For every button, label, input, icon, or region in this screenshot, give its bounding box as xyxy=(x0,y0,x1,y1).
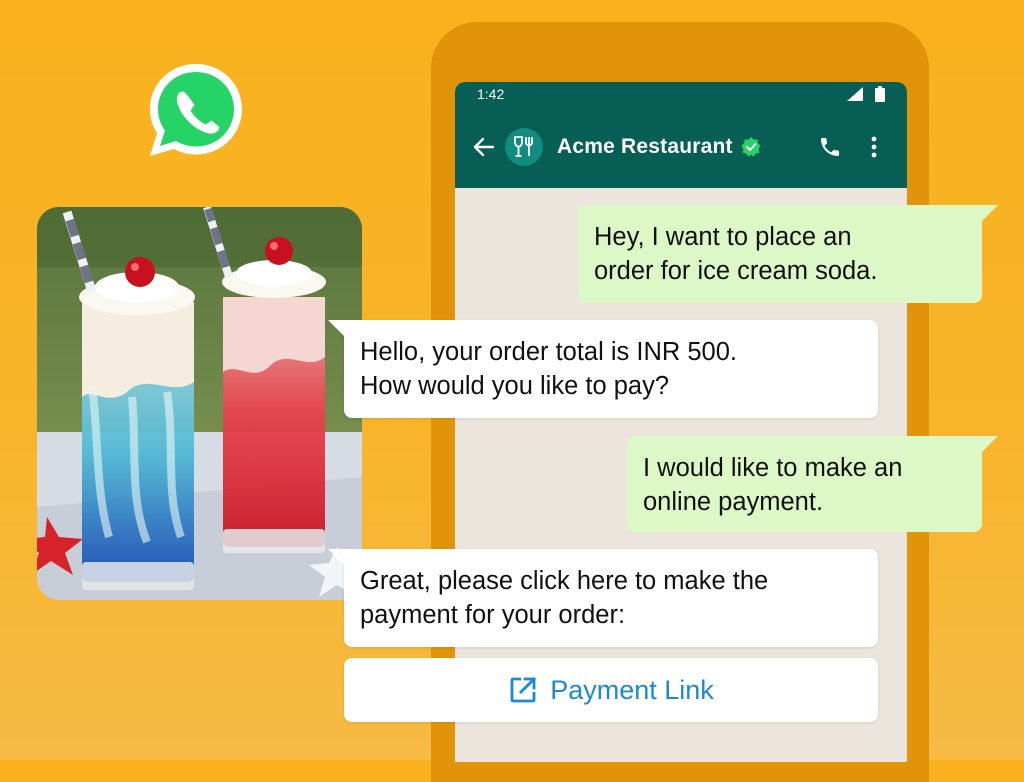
contact-avatar[interactable] xyxy=(505,128,543,166)
message-line: online payment. xyxy=(643,488,824,516)
message-line: Hey, I want to place an xyxy=(594,223,852,251)
phone-icon xyxy=(821,138,839,156)
contact-name[interactable]: Acme Restaurant xyxy=(557,135,733,159)
incoming-message: Hello, your order total is INR 500. How … xyxy=(328,320,878,418)
incoming-message: Great, please click here to make the pay… xyxy=(328,549,878,647)
chat-header: Acme Restaurant xyxy=(455,106,907,188)
payment-link-label: Payment Link xyxy=(550,674,714,705)
more-options-button[interactable] xyxy=(859,132,889,162)
bubble-tail xyxy=(982,436,998,452)
call-button[interactable] xyxy=(815,132,845,162)
back-arrow-icon xyxy=(473,137,495,157)
message-line: Hello, your order total is INR 500. xyxy=(360,338,737,366)
message-line: I would like to make an xyxy=(643,454,903,482)
message-line: order for ice cream soda. xyxy=(594,257,878,285)
status-time: 1:42 xyxy=(477,86,505,102)
message-line: How would you like to pay? xyxy=(360,372,670,400)
more-icon xyxy=(871,136,877,158)
signal-icon xyxy=(847,87,863,101)
payment-link-button[interactable]: Payment Link xyxy=(344,658,878,722)
outgoing-message: Hey, I want to place an order for ice cr… xyxy=(578,205,998,303)
status-bar: 1:42 xyxy=(455,82,907,106)
outgoing-message: I would like to make an online payment. xyxy=(627,436,998,532)
bubble-tail xyxy=(328,320,344,336)
bubble-tail xyxy=(982,205,998,221)
verified-icon xyxy=(741,137,761,157)
message-line: payment for your order: xyxy=(360,601,626,629)
restaurant-icon xyxy=(514,136,533,157)
bubble-tail xyxy=(328,549,344,565)
back-button[interactable] xyxy=(471,134,497,160)
battery-icon xyxy=(875,86,885,102)
ice-cream-soda-photo xyxy=(37,207,362,600)
external-link-icon xyxy=(510,677,537,703)
whatsapp-logo-icon xyxy=(150,64,242,156)
message-line: Great, please click here to make the xyxy=(360,567,769,595)
